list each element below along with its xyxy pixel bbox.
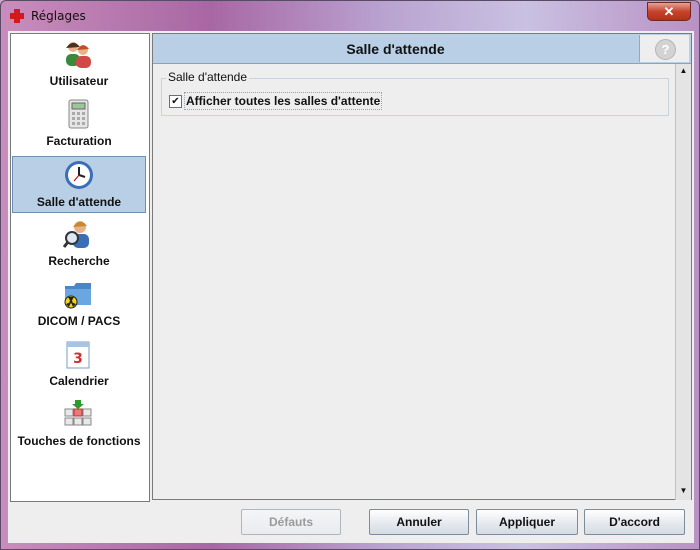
waiting-room-group: Salle d'attende ✔ Afficher toutes les sa… [161,70,669,116]
sidebar-item-salle-dattende[interactable]: Salle d'attende [12,156,146,213]
sidebar-item-label: Calendrier [49,374,109,388]
sidebar-item-label: Utilisateur [49,74,109,88]
sidebar-item-label: Facturation [46,134,112,148]
ok-button[interactable]: D'accord [584,509,685,535]
close-button[interactable]: ✕ [647,2,691,21]
help-icon: ? [655,39,676,60]
settings-window: Réglages ✕ Utilisateur Facturation Salle… [0,0,700,550]
calendar-icon: 3 [66,341,90,369]
sidebar-item-label: DICOM / PACS [37,314,121,328]
title-bar[interactable]: Réglages ✕ [1,1,699,31]
sidebar-item-facturation[interactable]: Facturation [12,96,146,153]
settings-panel: Salle d'attende ? Salle d'attende ✔ Affi… [152,33,692,500]
help-button[interactable]: ? [639,35,689,62]
group-title: Salle d'attende [166,70,250,84]
show-all-waiting-rooms-checkbox[interactable]: ✔ [169,95,182,108]
settings-sidebar: Utilisateur Facturation Salle d'attende … [10,33,150,502]
sidebar-item-recherche[interactable]: Recherche [12,216,146,273]
scroll-up-icon[interactable]: ▲ [676,64,691,78]
radiation-folder-icon [64,283,91,309]
sidebar-item-label: Recherche [48,254,110,268]
apply-button[interactable]: Appliquer [476,509,578,535]
sidebar-item-utilisateur[interactable]: Utilisateur [12,36,146,93]
page-title: Salle d'attende [346,41,445,57]
panel-content: Salle d'attende ✔ Afficher toutes les sa… [153,64,675,499]
cancel-button[interactable]: Annuler [369,509,469,535]
defaults-button[interactable]: Défauts [241,509,341,535]
sidebar-item-touches-de-fonctions[interactable]: Touches de fonctions [12,396,146,453]
calculator-icon [68,99,89,129]
sidebar-item-label: Salle d'attende [36,195,122,209]
svg-text:3: 3 [73,351,83,367]
sidebar-item-dicom-pacs[interactable]: DICOM / PACS [12,276,146,333]
user-search-icon [62,221,89,248]
window-title: Réglages [31,9,86,23]
checkbox-label[interactable]: Afficher toutes les salles d'attente [184,92,383,110]
vertical-scrollbar[interactable]: ▲ ▼ [675,64,691,500]
client-area: Utilisateur Facturation Salle d'attende … [8,31,694,543]
users-icon [66,42,91,68]
sidebar-item-calendrier[interactable]: 3 Calendrier [12,336,146,393]
clock-icon [65,161,93,189]
scroll-down-icon[interactable]: ▼ [676,484,691,498]
function-keys-icon [64,400,92,426]
red-cross-icon [10,9,24,23]
panel-header: Salle d'attende ? [153,34,691,64]
sidebar-item-label: Touches de fonctions [17,434,141,448]
